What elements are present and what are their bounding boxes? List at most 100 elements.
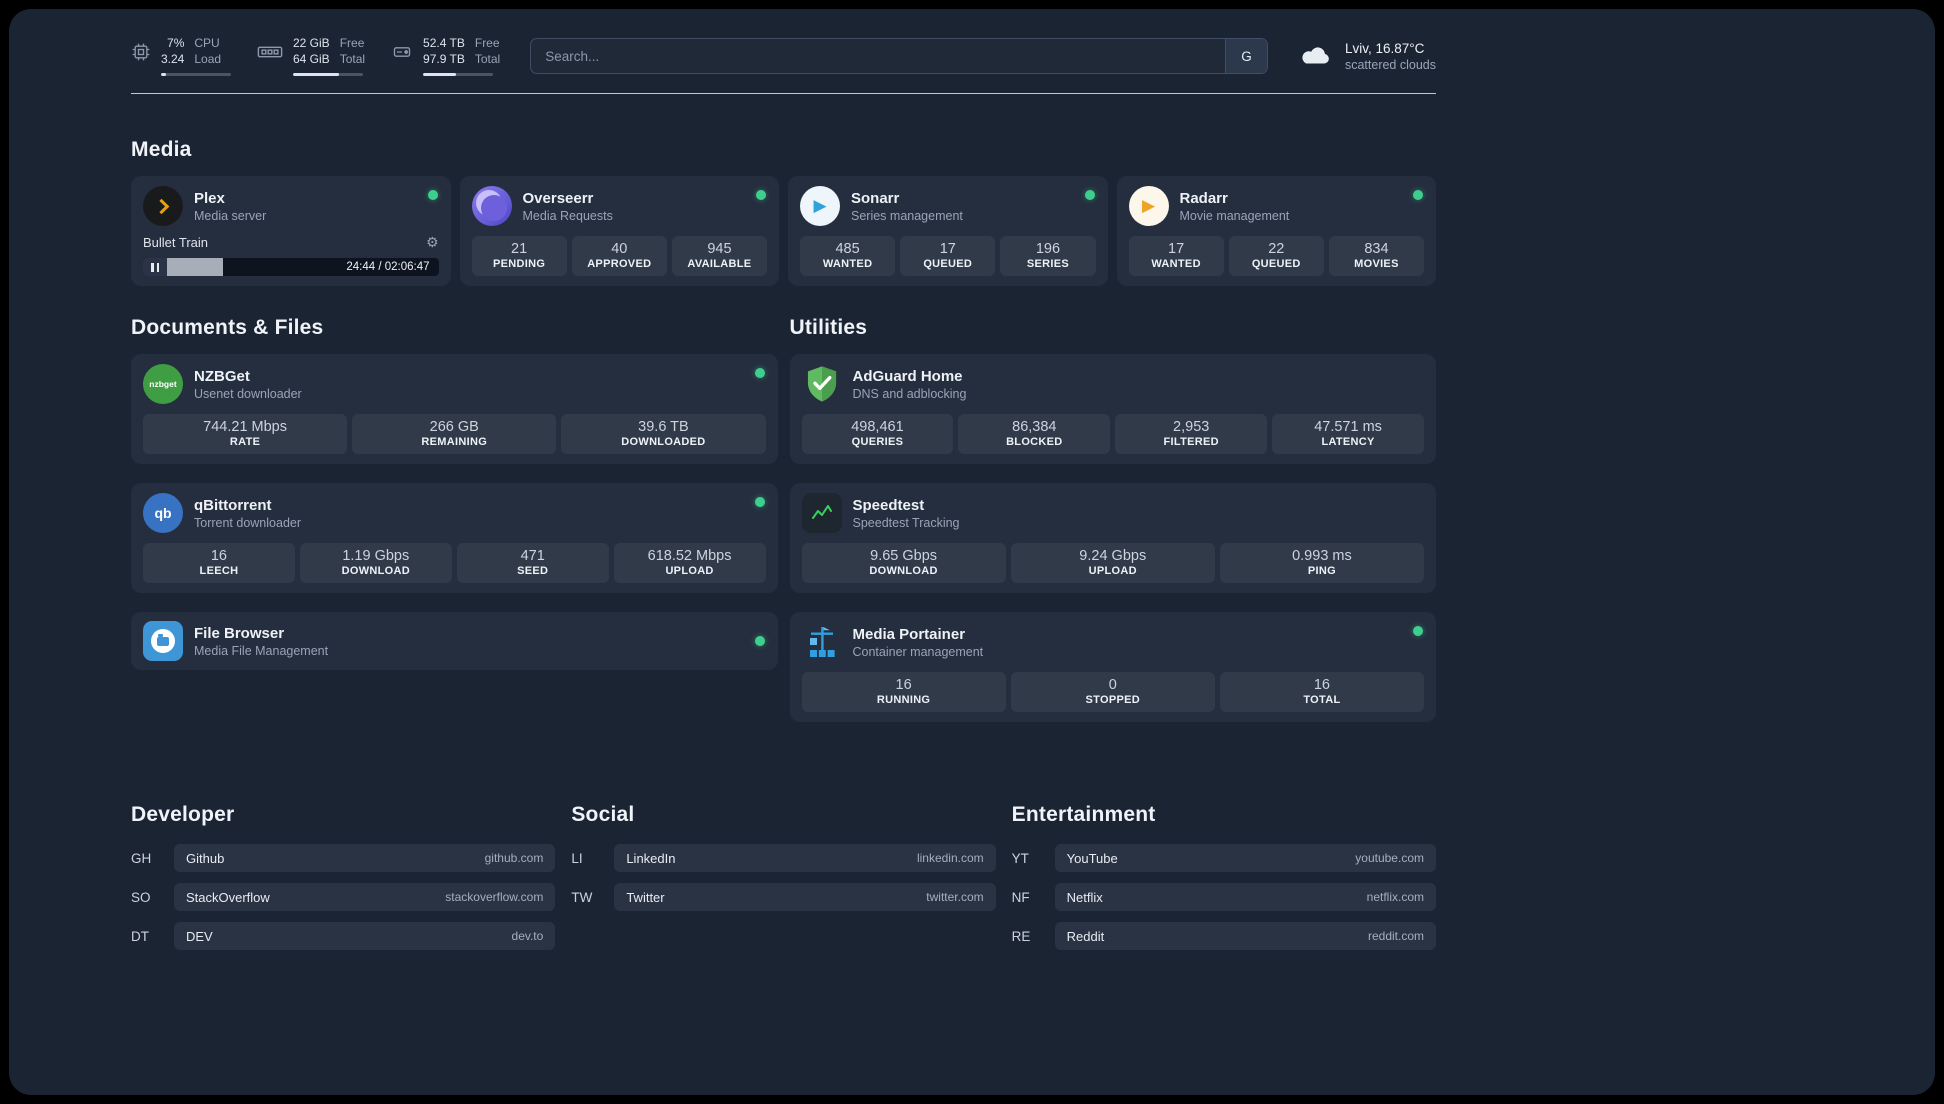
stat-blocked: 86,384 BLOCKED xyxy=(958,414,1111,454)
bookmark-dev[interactable]: DT DEV dev.to xyxy=(131,922,556,950)
app-card-sonarr[interactable]: ▶ Sonarr Series management 485 WANTED 17 xyxy=(788,176,1108,286)
stat-series: 196 SERIES xyxy=(1000,236,1096,276)
playback-progress-bar[interactable]: 24:44 / 02:06:47 xyxy=(143,258,439,276)
bookmark-github[interactable]: GH Github github.com xyxy=(131,844,556,872)
stat-ping: 0.993 ms PING xyxy=(1219,543,1425,583)
disk-total-label: Total xyxy=(474,52,501,66)
stat-total: 16 TOTAL xyxy=(1219,672,1425,712)
bookmark-youtube[interactable]: YT YouTube youtube.com xyxy=(1012,844,1436,872)
disk-free-value: 52.4 TB xyxy=(423,36,465,51)
ram-progress-bar xyxy=(293,72,363,76)
ram-usage-widget: 22 GiB 64 GiB Free Total xyxy=(257,36,365,76)
status-dot-online xyxy=(754,497,765,507)
app-card-qbittorrent[interactable]: qb qBittorrent Torrent downloader 16 LEE… xyxy=(131,483,778,593)
app-name: Sonarr xyxy=(851,189,900,207)
sonarr-icon: ▶ xyxy=(800,186,840,226)
bookmark-url: stackoverflow.com xyxy=(445,890,544,904)
plex-chevron-icon xyxy=(153,198,169,214)
bookmark-reddit[interactable]: RE Reddit reddit.com xyxy=(1012,922,1436,950)
bookmark-name: Netflix xyxy=(1066,889,1103,905)
radarr-icon: ▶ xyxy=(1128,186,1169,226)
app-subtitle: Torrent downloader xyxy=(194,515,302,530)
pause-icon[interactable] xyxy=(143,258,167,276)
app-name: NZBGet xyxy=(194,367,250,385)
bookmark-abbr: DT xyxy=(131,928,149,944)
bookmark-abbr: GH xyxy=(131,850,152,866)
bookmark-name: LinkedIn xyxy=(626,850,676,866)
bookmark-stackoverflow[interactable]: SO StackOverflow stackoverflow.com xyxy=(131,883,556,911)
bookmark-url: reddit.com xyxy=(1367,929,1424,943)
portainer-crane-icon xyxy=(802,622,842,662)
now-playing-title: Bullet Train xyxy=(143,235,209,250)
stat-approved: 40 APPROVED xyxy=(571,236,667,276)
section-media: Media Plex Media server Bullet Train ⚙ 2… xyxy=(131,138,1436,286)
gear-icon[interactable]: ⚙ xyxy=(426,234,439,251)
status-dot-online xyxy=(754,636,765,646)
app-subtitle: Media File Management xyxy=(194,643,329,658)
playback-time: 24:44 / 02:06:47 xyxy=(346,261,430,273)
bookmark-abbr: LI xyxy=(571,850,583,866)
cpu-icon xyxy=(132,44,150,61)
status-dot-online xyxy=(1413,190,1423,200)
section-documents: Documents & Files nzbget NZBGet Usenet d… xyxy=(131,316,778,689)
app-card-adguard[interactable]: AdGuard Home DNS and adblocking 498,461 … xyxy=(789,354,1436,464)
app-card-overseerr[interactable]: Overseerr Media Requests 21 PENDING 40 A… xyxy=(459,176,779,286)
bookmark-name: YouTube xyxy=(1066,850,1118,866)
stat-running: 16 RUNNING xyxy=(801,672,1006,712)
app-subtitle: Media Requests xyxy=(522,208,613,223)
stat-filtered: 2,953 FILTERED xyxy=(1115,414,1268,454)
search-engine-button[interactable]: G xyxy=(1224,39,1267,73)
stat-queued: 22 QUEUED xyxy=(1228,236,1324,276)
app-card-portainer[interactable]: Media Portainer Container management 16 … xyxy=(789,612,1436,722)
weather-widget: Lviv, 16.87°C scattered clouds xyxy=(1298,41,1436,72)
app-name: Speedtest xyxy=(852,496,925,514)
app-card-nzbget[interactable]: nzbget NZBGet Usenet downloader 744.21 M… xyxy=(131,354,778,464)
app-name: Plex xyxy=(194,189,225,207)
stat-upload: 618.52 Mbps UPLOAD xyxy=(613,543,766,583)
cpu-usage-widget: 7% 3.24 CPU Load xyxy=(131,36,231,76)
stat-available: 945 AVAILABLE xyxy=(671,236,768,276)
app-card-radarr[interactable]: ▶ Radarr Movie management 17 WANTED 22 Q… xyxy=(1116,176,1436,286)
bookmark-netflix[interactable]: NF Netflix netflix.com xyxy=(1012,883,1436,911)
search-input[interactable] xyxy=(531,39,1225,73)
status-dot-online xyxy=(1413,626,1423,636)
bookmark-linkedin[interactable]: LI LinkedIn linkedin.com xyxy=(571,844,996,872)
app-card-speedtest[interactable]: Speedtest Speedtest Tracking 9.65 Gbps D… xyxy=(789,483,1436,593)
cpu-label: CPU xyxy=(194,36,220,51)
bookmark-name: DEV xyxy=(186,928,213,944)
bookmark-twitter[interactable]: TW Twitter twitter.com xyxy=(571,883,996,911)
cpu-percent-value: 7% xyxy=(167,36,185,51)
section-title-developer: Developer xyxy=(131,803,235,826)
stat-download: 9.65 Gbps DOWNLOAD xyxy=(801,543,1006,583)
cpu-load-value: 3.24 xyxy=(161,52,185,66)
bookmark-url: dev.to xyxy=(511,929,544,943)
bookmark-abbr: SO xyxy=(131,889,151,905)
app-subtitle: Usenet downloader xyxy=(194,386,302,401)
app-subtitle: DNS and adblocking xyxy=(852,386,967,401)
bookmark-name: StackOverflow xyxy=(186,889,270,905)
cpu-progress-bar xyxy=(161,72,231,76)
bookmark-url: netflix.com xyxy=(1366,890,1424,904)
overseerr-icon xyxy=(471,186,512,226)
bookmark-url: twitter.com xyxy=(926,890,984,904)
app-card-filebrowser[interactable]: File Browser Media File Management xyxy=(131,612,778,670)
section-title-social: Social xyxy=(571,803,635,826)
stat-pending: 21 PENDING xyxy=(471,236,567,276)
section-title-documents: Documents & Files xyxy=(131,316,324,339)
ram-free-value: 22 GiB xyxy=(293,36,330,51)
filebrowser-icon xyxy=(143,621,183,661)
bookmark-url: github.com xyxy=(484,851,544,865)
stat-seed: 471 SEED xyxy=(456,543,609,583)
app-name: Media Portainer xyxy=(852,625,966,643)
bookmark-abbr: YT xyxy=(1011,850,1029,866)
bookmark-name: Twitter xyxy=(626,889,665,905)
app-subtitle: Series management xyxy=(851,208,963,223)
disk-usage-widget: 52.4 TB 97.9 TB Free Total xyxy=(391,36,501,76)
app-card-plex[interactable]: Plex Media server Bullet Train ⚙ 24:44 / xyxy=(131,176,451,286)
app-name: qBittorrent xyxy=(194,496,272,514)
bookmark-url: linkedin.com xyxy=(916,851,984,865)
stat-downloaded: 39.6 TB DOWNLOADED xyxy=(561,414,766,454)
section-utilities: Utilities AdGuard Home DNS and adblockin… xyxy=(789,316,1436,741)
status-dot-online xyxy=(754,368,765,378)
search-bar: G xyxy=(530,38,1268,74)
